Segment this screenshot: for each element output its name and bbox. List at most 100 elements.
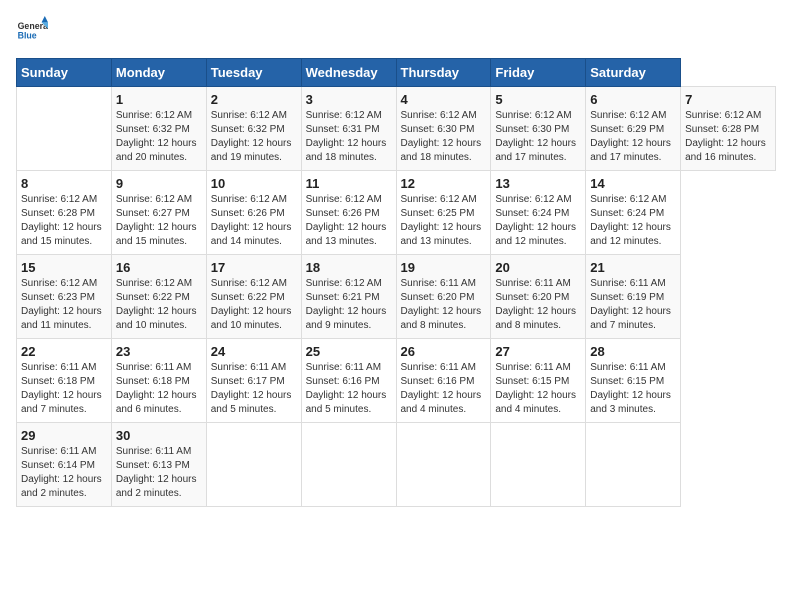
- day-number: 18: [306, 260, 392, 275]
- cell-content: Sunrise: 6:12 AMSunset: 6:32 PMDaylight:…: [116, 110, 197, 163]
- calendar-cell: 4 Sunrise: 6:12 AMSunset: 6:30 PMDaylight…: [396, 87, 491, 171]
- day-number: 9: [116, 176, 202, 191]
- calendar-cell: 17 Sunrise: 6:12 AMSunset: 6:22 PMDayligh…: [206, 255, 301, 339]
- day-number: 16: [116, 260, 202, 275]
- page-header: General Blue: [16, 16, 776, 48]
- day-number: 29: [21, 428, 107, 443]
- day-number: 20: [495, 260, 581, 275]
- cell-content: Sunrise: 6:12 AMSunset: 6:26 PMDaylight:…: [306, 194, 387, 247]
- logo: General Blue: [16, 16, 48, 48]
- cell-content: Sunrise: 6:12 AMSunset: 6:29 PMDaylight:…: [590, 110, 671, 163]
- calendar-cell: 22 Sunrise: 6:11 AMSunset: 6:18 PMDayligh…: [17, 339, 112, 423]
- calendar-cell: 27Sunrise: 6:11 AMSunset: 6:15 PMDayligh…: [491, 339, 586, 423]
- cell-content: Sunrise: 6:12 AMSunset: 6:27 PMDaylight:…: [116, 194, 197, 247]
- cell-content: Sunrise: 6:11 AMSunset: 6:20 PMDaylight:…: [495, 278, 576, 331]
- cell-content: Sunrise: 6:11 AMSunset: 6:16 PMDaylight:…: [306, 362, 387, 415]
- week-row: 15 Sunrise: 6:12 AMSunset: 6:23 PMDayligh…: [17, 255, 776, 339]
- day-number: 17: [211, 260, 297, 275]
- calendar-cell: 7Sunrise: 6:12 AMSunset: 6:28 PMDaylight…: [681, 87, 776, 171]
- calendar-cell: 8 Sunrise: 6:12 AMSunset: 6:28 PMDaylight…: [17, 171, 112, 255]
- calendar-cell: 5 Sunrise: 6:12 AMSunset: 6:30 PMDaylight…: [491, 87, 586, 171]
- calendar-cell: 1 Sunrise: 6:12 AMSunset: 6:32 PMDaylight…: [111, 87, 206, 171]
- cell-content: Sunrise: 6:11 AMSunset: 6:13 PMDaylight:…: [116, 446, 197, 499]
- calendar-cell: [586, 423, 681, 507]
- cell-content: Sunrise: 6:11 AMSunset: 6:18 PMDaylight:…: [116, 362, 197, 415]
- cell-content: Sunrise: 6:12 AMSunset: 6:28 PMDaylight:…: [685, 110, 766, 163]
- day-number: 8: [21, 176, 107, 191]
- day-number: 21: [590, 260, 676, 275]
- calendar-cell: 24Sunrise: 6:11 AMSunset: 6:17 PMDayligh…: [206, 339, 301, 423]
- calendar-cell: [396, 423, 491, 507]
- cell-content: Sunrise: 6:12 AMSunset: 6:24 PMDaylight:…: [495, 194, 576, 247]
- week-row: 29 Sunrise: 6:11 AMSunset: 6:14 PMDayligh…: [17, 423, 776, 507]
- cell-content: Sunrise: 6:12 AMSunset: 6:24 PMDaylight:…: [590, 194, 671, 247]
- calendar-cell: [206, 423, 301, 507]
- cell-content: Sunrise: 6:12 AMSunset: 6:23 PMDaylight:…: [21, 278, 102, 331]
- cell-content: Sunrise: 6:12 AMSunset: 6:25 PMDaylight:…: [401, 194, 482, 247]
- week-row: 8 Sunrise: 6:12 AMSunset: 6:28 PMDaylight…: [17, 171, 776, 255]
- day-number: 23: [116, 344, 202, 359]
- day-number: 13: [495, 176, 581, 191]
- calendar-cell: 6 Sunrise: 6:12 AMSunset: 6:29 PMDaylight…: [586, 87, 681, 171]
- day-number: 19: [401, 260, 487, 275]
- calendar-cell: 3 Sunrise: 6:12 AMSunset: 6:31 PMDaylight…: [301, 87, 396, 171]
- cell-content: Sunrise: 6:12 AMSunset: 6:22 PMDaylight:…: [116, 278, 197, 331]
- day-number: 15: [21, 260, 107, 275]
- day-header: Thursday: [396, 59, 491, 87]
- day-header: Saturday: [586, 59, 681, 87]
- calendar-table: SundayMondayTuesdayWednesdayThursdayFrid…: [16, 58, 776, 507]
- empty-cell: [17, 87, 112, 171]
- day-number: 11: [306, 176, 392, 191]
- day-number: 30: [116, 428, 202, 443]
- calendar-cell: 11 Sunrise: 6:12 AMSunset: 6:26 PMDayligh…: [301, 171, 396, 255]
- cell-content: Sunrise: 6:12 AMSunset: 6:30 PMDaylight:…: [401, 110, 482, 163]
- calendar-cell: [491, 423, 586, 507]
- calendar-cell: 2Sunrise: 6:12 AMSunset: 6:32 PMDaylight…: [206, 87, 301, 171]
- week-row: 1 Sunrise: 6:12 AMSunset: 6:32 PMDaylight…: [17, 87, 776, 171]
- cell-content: Sunrise: 6:11 AMSunset: 6:18 PMDaylight:…: [21, 362, 102, 415]
- header-row: SundayMondayTuesdayWednesdayThursdayFrid…: [17, 59, 776, 87]
- day-number: 28: [590, 344, 676, 359]
- logo-icon: General Blue: [16, 16, 48, 48]
- day-number: 26: [401, 344, 487, 359]
- cell-content: Sunrise: 6:11 AMSunset: 6:19 PMDaylight:…: [590, 278, 671, 331]
- day-number: 27: [495, 344, 581, 359]
- calendar-cell: 14 Sunrise: 6:12 AMSunset: 6:24 PMDayligh…: [586, 171, 681, 255]
- day-header: Wednesday: [301, 59, 396, 87]
- day-number: 12: [401, 176, 487, 191]
- day-number: 3: [306, 92, 392, 107]
- day-header: Friday: [491, 59, 586, 87]
- calendar-cell: 23 Sunrise: 6:11 AMSunset: 6:18 PMDayligh…: [111, 339, 206, 423]
- day-number: 14: [590, 176, 676, 191]
- calendar-cell: 28 Sunrise: 6:11 AMSunset: 6:15 PMDayligh…: [586, 339, 681, 423]
- calendar-cell: 30 Sunrise: 6:11 AMSunset: 6:13 PMDayligh…: [111, 423, 206, 507]
- cell-content: Sunrise: 6:12 AMSunset: 6:22 PMDaylight:…: [211, 278, 292, 331]
- day-number: 1: [116, 92, 202, 107]
- calendar-cell: 16 Sunrise: 6:12 AMSunset: 6:22 PMDayligh…: [111, 255, 206, 339]
- day-header: Tuesday: [206, 59, 301, 87]
- calendar-cell: 19Sunrise: 6:11 AMSunset: 6:20 PMDayligh…: [396, 255, 491, 339]
- calendar-cell: 21 Sunrise: 6:11 AMSunset: 6:19 PMDayligh…: [586, 255, 681, 339]
- day-number: 5: [495, 92, 581, 107]
- day-number: 6: [590, 92, 676, 107]
- cell-content: Sunrise: 6:12 AMSunset: 6:30 PMDaylight:…: [495, 110, 576, 163]
- cell-content: Sunrise: 6:11 AMSunset: 6:14 PMDaylight:…: [21, 446, 102, 499]
- cell-content: Sunrise: 6:12 AMSunset: 6:32 PMDaylight:…: [211, 110, 292, 163]
- calendar-cell: 13 Sunrise: 6:12 AMSunset: 6:24 PMDayligh…: [491, 171, 586, 255]
- svg-text:Blue: Blue: [18, 30, 37, 40]
- calendar-cell: 9 Sunrise: 6:12 AMSunset: 6:27 PMDaylight…: [111, 171, 206, 255]
- cell-content: Sunrise: 6:11 AMSunset: 6:15 PMDaylight:…: [590, 362, 671, 415]
- day-number: 4: [401, 92, 487, 107]
- calendar-cell: 18Sunrise: 6:12 AMSunset: 6:21 PMDayligh…: [301, 255, 396, 339]
- day-header: Monday: [111, 59, 206, 87]
- day-number: 25: [306, 344, 392, 359]
- week-row: 22 Sunrise: 6:11 AMSunset: 6:18 PMDayligh…: [17, 339, 776, 423]
- cell-content: Sunrise: 6:12 AMSunset: 6:31 PMDaylight:…: [306, 110, 387, 163]
- cell-content: Sunrise: 6:11 AMSunset: 6:16 PMDaylight:…: [401, 362, 482, 415]
- calendar-cell: 29 Sunrise: 6:11 AMSunset: 6:14 PMDayligh…: [17, 423, 112, 507]
- calendar-cell: 12 Sunrise: 6:12 AMSunset: 6:25 PMDayligh…: [396, 171, 491, 255]
- calendar-cell: 20 Sunrise: 6:11 AMSunset: 6:20 PMDayligh…: [491, 255, 586, 339]
- day-number: 10: [211, 176, 297, 191]
- day-number: 22: [21, 344, 107, 359]
- cell-content: Sunrise: 6:12 AMSunset: 6:28 PMDaylight:…: [21, 194, 102, 247]
